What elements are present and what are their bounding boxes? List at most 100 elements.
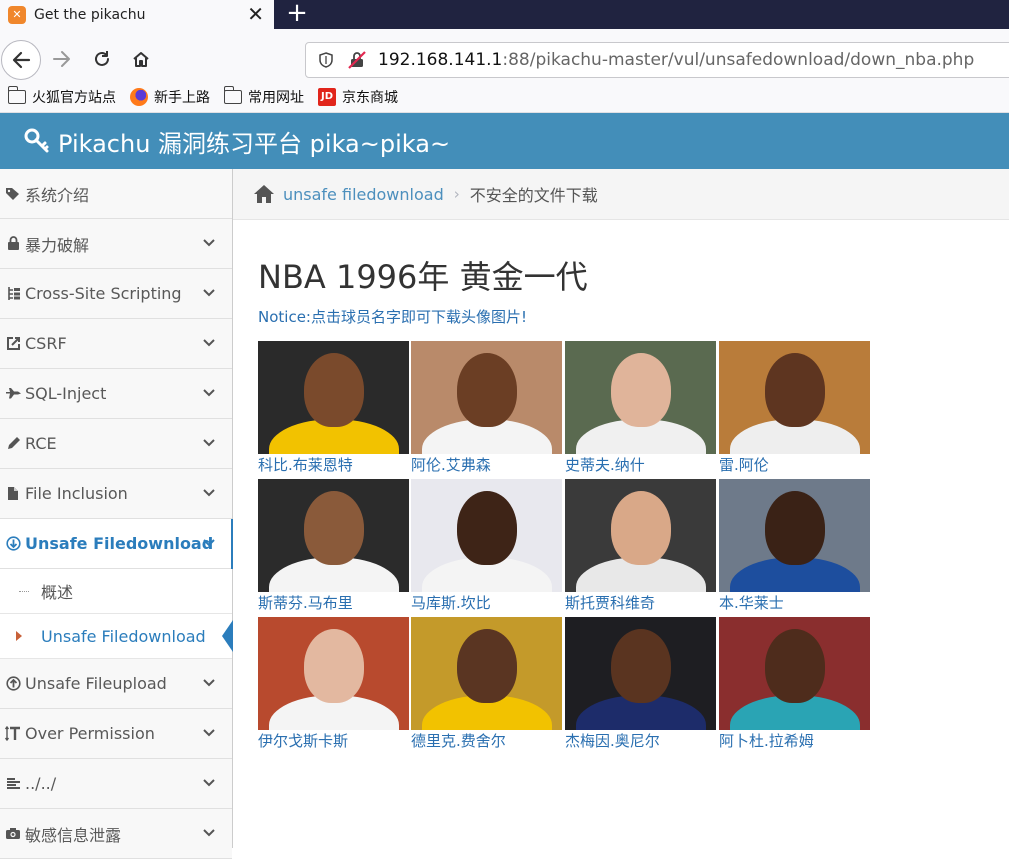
player-avatar: [565, 617, 716, 730]
bookmark-jd-mall[interactable]: JD 京东商城: [318, 87, 398, 107]
file-icon: [4, 485, 22, 503]
bookmark-label: 火狐官方站点: [32, 89, 116, 106]
bookmark-label: 常用网址: [248, 89, 304, 106]
page-title: NBA 1996年 黄金一代: [258, 258, 588, 296]
breadcrumb-link[interactable]: unsafe filedownload: [283, 185, 444, 204]
upload-icon: [4, 675, 22, 693]
chevron-down-icon: [203, 389, 215, 397]
player-name-link[interactable]: 德里克.费舍尔: [411, 730, 564, 752]
sidebar-item-bruteforce[interactable]: 暴力破解: [0, 219, 232, 269]
home-icon[interactable]: [127, 45, 155, 73]
player-avatar: [258, 341, 409, 454]
player-name-link[interactable]: 史蒂夫.纳什: [565, 454, 718, 476]
player-card: 雷.阿伦: [719, 341, 872, 479]
player-avatar: [719, 617, 870, 730]
sidebar: 系统介绍 暴力破解 Cross-Site Scripting CSRF SQL-…: [0, 169, 233, 859]
chevron-down-icon: [203, 289, 215, 297]
player-head: [303, 353, 364, 427]
player-head: [303, 491, 364, 565]
site-title[interactable]: Pikachu 漏洞练习平台 pika~pika~: [58, 124, 450, 159]
player-head: [610, 491, 671, 565]
player-name-link[interactable]: 斯托贾科维奇: [565, 592, 718, 614]
align-left-icon: [4, 775, 22, 793]
close-tab-icon[interactable]: ✕: [247, 3, 264, 25]
player-name-link[interactable]: 伊尔戈斯卡斯: [258, 730, 411, 752]
sidebar-item-label: SQL-Inject: [25, 384, 107, 403]
sidebar-item-csrf[interactable]: CSRF: [0, 319, 232, 369]
submenu-item-label: 概述: [41, 583, 74, 602]
sidebar-item-intro[interactable]: 系统介绍: [0, 169, 232, 219]
player-head: [456, 629, 517, 703]
player-card: 马库斯.坎比: [411, 479, 564, 617]
sidebar-item-sqli[interactable]: SQL-Inject: [0, 369, 232, 419]
browser-tab[interactable]: ✕ Get the pikachu ✕: [0, 0, 274, 29]
player-avatar: [565, 341, 716, 454]
sitemap-icon: [4, 285, 22, 303]
sidebar-item-directory-traversal[interactable]: ../../: [0, 759, 232, 809]
player-head: [303, 629, 364, 703]
submenu-item-overview[interactable]: 概述: [0, 569, 232, 614]
reload-icon[interactable]: [88, 45, 116, 73]
url-text: 192.168.141.1:88/pikachu-master/vul/unsa…: [378, 50, 974, 70]
bookmark-firefox-official[interactable]: 火狐官方站点: [7, 85, 116, 107]
camera-icon: [4, 825, 22, 843]
player-avatar: [258, 479, 409, 592]
bookmarks-bar: 火狐官方站点 新手上路 常用网址 JD 京东商城: [0, 81, 1009, 113]
bookmark-getting-started[interactable]: 新手上路: [130, 87, 210, 107]
bookmark-label: 新手上路: [154, 89, 210, 106]
sidebar-item-unsafe-filedownload[interactable]: Unsafe Filedownload: [0, 519, 233, 569]
player-card: 阿卜杜.拉希姆: [719, 617, 872, 755]
player-avatar: [411, 617, 562, 730]
player-name-link[interactable]: 马库斯.坎比: [411, 592, 564, 614]
tab-bar: ✕ Get the pikachu ✕ +: [0, 0, 1009, 29]
tags-icon: [4, 185, 22, 203]
player-head: [456, 491, 517, 565]
player-name-link[interactable]: 阿伦.艾弗森: [411, 454, 564, 476]
sidebar-item-info-leak[interactable]: 敏感信息泄露: [0, 809, 232, 859]
sidebar-item-over-permission[interactable]: Over Permission: [0, 709, 232, 759]
sidebar-item-unsafe-fileupload[interactable]: Unsafe Fileupload: [0, 659, 232, 709]
url-bar[interactable]: 192.168.141.1:88/pikachu-master/vul/unsa…: [305, 42, 1009, 78]
shield-icon[interactable]: [318, 52, 334, 68]
xampp-favicon-icon: ✕: [8, 5, 26, 24]
player-name-link[interactable]: 科比.布莱恩特: [258, 454, 411, 476]
player-name-link[interactable]: 雷.阿伦: [719, 454, 872, 476]
sidebar-item-xss[interactable]: Cross-Site Scripting: [0, 269, 232, 319]
chevron-down-icon: [203, 829, 215, 837]
key-icon: [24, 128, 49, 153]
breadcrumb-current: 不安全的文件下载: [469, 186, 598, 205]
player-card: 杰梅因.奥尼尔: [565, 617, 718, 755]
sidebar-item-label: 暴力破解: [25, 235, 90, 255]
player-name-link[interactable]: 本.华莱士: [719, 592, 872, 614]
sidebar-item-file-inclusion[interactable]: File Inclusion: [0, 469, 232, 519]
forward-arrow-icon[interactable]: [48, 45, 76, 73]
chevron-down-icon: [203, 779, 215, 787]
jd-logo-icon: JD: [318, 87, 336, 106]
chevron-down-icon: [203, 239, 215, 247]
player-card: 德里克.费舍尔: [411, 617, 564, 755]
lock-icon: [4, 235, 22, 253]
bookmark-common-sites[interactable]: 常用网址: [223, 85, 304, 107]
pencil-icon: [4, 435, 22, 453]
sidebar-item-label: 敏感信息泄露: [25, 825, 122, 845]
player-avatar: [411, 341, 562, 454]
url-host: 192.168.141.1: [378, 50, 503, 70]
site-header: Pikachu 漏洞练习平台 pika~pika~: [0, 113, 1009, 169]
sidebar-item-label: RCE: [25, 434, 57, 453]
player-name-link[interactable]: 斯蒂芬.马布里: [258, 592, 411, 614]
insecure-lock-icon[interactable]: [348, 51, 366, 69]
folder-icon: [7, 85, 26, 104]
player-name-link[interactable]: 阿卜杜.拉希姆: [719, 730, 872, 752]
player-head: [764, 353, 825, 427]
submenu-item-unsafe-filedownload[interactable]: Unsafe Filedownload: [0, 614, 233, 659]
player-head: [610, 353, 671, 427]
player-head: [610, 629, 671, 703]
chevron-down-icon: [203, 729, 215, 737]
new-tab-button[interactable]: +: [283, 0, 311, 29]
player-head: [456, 353, 517, 427]
player-name-link[interactable]: 杰梅因.奥尼尔: [565, 730, 718, 752]
sidebar-item-rce[interactable]: RCE: [0, 419, 232, 469]
breadcrumb: unsafe filedownload › 不安全的文件下载: [233, 169, 1009, 220]
player-avatar: [411, 479, 562, 592]
back-arrow-icon[interactable]: [1, 40, 41, 80]
